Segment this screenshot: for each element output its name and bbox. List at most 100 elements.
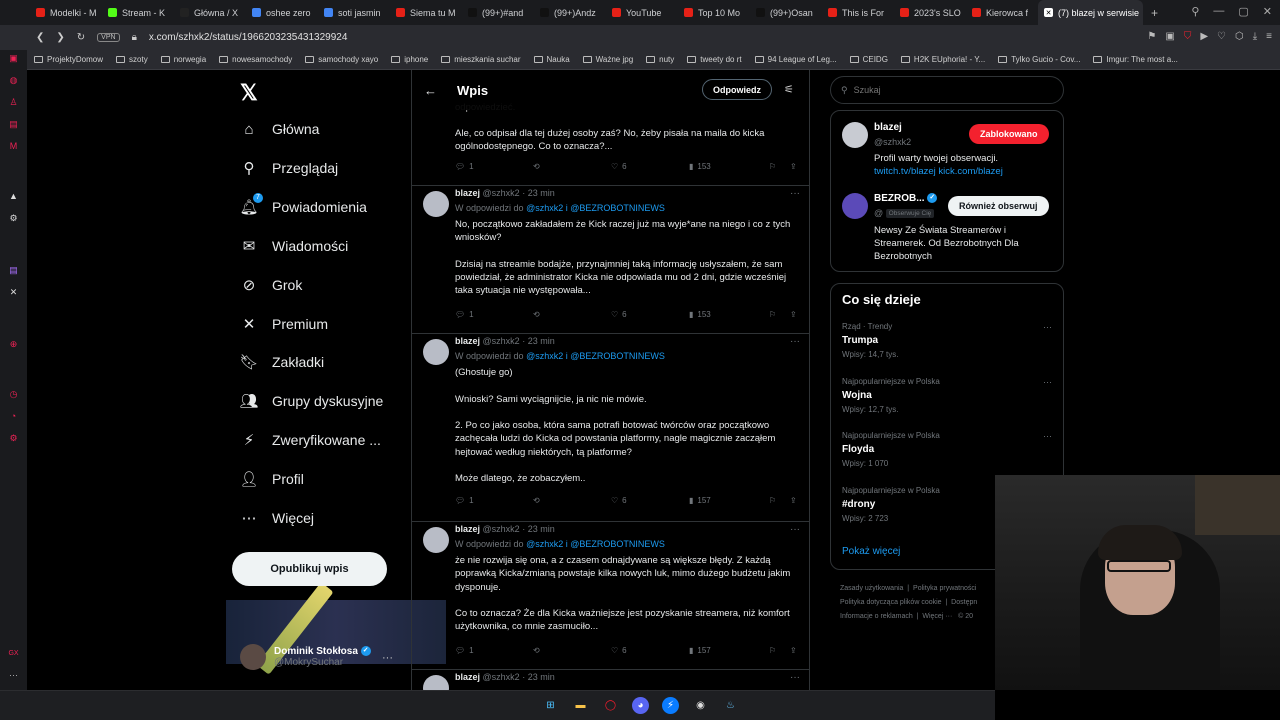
mention-link[interactable]: @szhxk2 i @BEZROBOTNINEWS xyxy=(526,203,665,213)
bookmark-page-icon[interactable]: ⚑ xyxy=(1147,31,1156,42)
bookmark-item[interactable]: iphone xyxy=(391,55,428,64)
author-name[interactable]: blazej xyxy=(455,672,480,682)
retweet-action[interactable]: ⟲ xyxy=(533,162,540,171)
bookmark-item[interactable]: nowesamochody xyxy=(219,55,292,64)
bookmark-item[interactable]: norwegia xyxy=(160,55,206,64)
reply-button[interactable]: Odpowiedz xyxy=(702,79,772,100)
messenger-icon[interactable]: ⚡︎ xyxy=(662,697,679,714)
search-box[interactable]: ⚲ xyxy=(830,76,1064,104)
back-arrow-icon[interactable]: ← xyxy=(424,83,437,98)
x-icon[interactable]: ✕ xyxy=(8,287,19,298)
more-icon[interactable]: ··· xyxy=(790,524,800,535)
extensions-icon[interactable]: ⬡ xyxy=(1235,31,1244,42)
avatar[interactable] xyxy=(842,193,868,219)
nav-item-profil[interactable]: 👤︎ Profil xyxy=(239,470,303,488)
url-field[interactable]: x.com/szhxk2/status/1966203235431329924 xyxy=(149,32,347,43)
discord-icon[interactable]: ◕ xyxy=(632,697,649,714)
browser-tab[interactable]: Główna / X xyxy=(174,0,246,25)
bookmark-action[interactable]: ⚐ xyxy=(769,310,776,319)
browser-tab[interactable]: (99+)Osan xyxy=(750,0,822,25)
account-switcher[interactable]: Dominik Stokłosa ✓ @MokrySuchar ··· xyxy=(240,644,393,670)
like-action[interactable]: ♡ 6 xyxy=(611,496,627,505)
shield-icon[interactable]: ⛉ xyxy=(1184,31,1192,42)
browser-tab[interactable]: YouTube xyxy=(606,0,678,25)
bookmark-item[interactable]: ProjektyDomow xyxy=(34,55,103,64)
bookmark-item[interactable]: nuty xyxy=(646,55,674,64)
retweet-action[interactable]: ⟲ xyxy=(533,310,540,319)
bookmark-item[interactable]: 94 League of Leg... xyxy=(754,55,837,64)
browser-tab[interactable]: Top 10 Mo xyxy=(678,0,750,25)
trend-item[interactable]: Rząd · Trendy Trumpa Wpisy: 14,7 tys. ··· xyxy=(842,322,1052,359)
avatar[interactable] xyxy=(842,122,868,148)
nav-item-premium[interactable]: ✕ Premium xyxy=(240,315,328,333)
sidebar-app-icon[interactable]: ◍ xyxy=(8,75,19,86)
blocked-button[interactable]: Zablokowano xyxy=(969,124,1049,144)
avatar[interactable] xyxy=(423,675,449,690)
reply-action[interactable]: 💬︎ 1 xyxy=(455,496,474,505)
trend-item[interactable]: Najpopularniejsze w Polska Wojna Wpisy: 12… xyxy=(842,377,1052,414)
sidebar-app-icon[interactable]: ◷ xyxy=(8,389,19,400)
nav-item-główna[interactable]: ⌂ Główna xyxy=(240,120,319,138)
share-action[interactable]: ⇪ xyxy=(790,310,797,319)
post-button[interactable]: Opublikuj wpis xyxy=(232,552,387,586)
bookmark-item[interactable]: Tylko Gucio - Cov... xyxy=(998,55,1080,64)
nav-item-zakładki[interactable]: 🔖︎ Zakładki xyxy=(239,353,324,371)
tweet[interactable]: blazej @szhxk2 · 23 min ··· W odpowiedzi d… xyxy=(412,186,809,334)
share-action[interactable]: ⇪ xyxy=(790,496,797,505)
bookmark-action[interactable]: ⚐ xyxy=(769,162,776,171)
more-icon[interactable]: ··· xyxy=(382,652,393,664)
sidebar-app-icon[interactable]: ⚙ xyxy=(8,213,19,224)
maximize-button[interactable]: ▢ xyxy=(1238,5,1248,18)
play-icon[interactable]: ▶ xyxy=(1200,31,1208,42)
like-action[interactable]: ♡ 6 xyxy=(611,162,627,171)
twitch-icon[interactable]: ▤ xyxy=(8,265,19,276)
retweet-action[interactable]: ⟲ xyxy=(533,646,540,655)
nav-item-powiadomienia[interactable]: 🔔︎ 7 Powiadomienia xyxy=(239,192,367,216)
browser-tab[interactable]: This is For xyxy=(822,0,894,25)
bookmark-action[interactable]: ⚐ xyxy=(769,496,776,505)
footer-more[interactable]: Więcej ··· xyxy=(922,613,952,620)
sidebar-app-icon[interactable]: ♙ xyxy=(8,97,19,108)
browser-tab[interactable]: oshee zero xyxy=(246,0,318,25)
nav-item-więcej[interactable]: ⋯ Więcej xyxy=(240,509,315,527)
tab-active[interactable]: ✕ (7) blazej w serwisie ✕ xyxy=(1038,0,1143,25)
forward-icon[interactable]: ❯ xyxy=(56,32,64,43)
browser-tab[interactable]: (99+)Andz xyxy=(534,0,606,25)
like-action[interactable]: ♡ 6 xyxy=(611,310,627,319)
sidebar-app-icon[interactable]: ▲ xyxy=(8,191,19,202)
settings-icon[interactable]: ⚙ xyxy=(8,433,19,444)
menu-icon[interactable]: ≡ xyxy=(1266,31,1272,42)
views-action[interactable]: ▮ 153 xyxy=(689,310,711,319)
bookmark-item[interactable]: samochody xayo xyxy=(305,55,378,64)
mention-link[interactable]: @szhxk2 i @BEZROBOTNINEWS xyxy=(526,351,665,361)
nav-item-wiadomości[interactable]: ✉ Wiadomości xyxy=(240,237,349,255)
author-name[interactable]: blazej xyxy=(455,188,480,198)
browser-tab[interactable]: (99+)#and xyxy=(462,0,534,25)
bookmark-action[interactable]: ⚐ xyxy=(769,646,776,655)
tweet[interactable]: blazej @szhxk2 · 23 min ··· xyxy=(412,670,809,690)
filter-icon[interactable]: ⚟ xyxy=(784,83,794,96)
more-icon[interactable]: ··· xyxy=(1043,377,1052,387)
sidebar-app-icon[interactable]: ▣ xyxy=(8,53,19,64)
sidebar-more-icon[interactable]: ⋯ xyxy=(8,670,19,681)
nav-item-przeglądaj[interactable]: ⚲ Przeglądaj xyxy=(240,159,339,177)
views-action[interactable]: ▮ 157 xyxy=(689,646,711,655)
windows-start-icon[interactable]: ⊞ xyxy=(542,697,559,714)
footer-link[interactable]: Informacje o reklamach xyxy=(840,613,913,620)
opera-gx-icon[interactable]: ◯ xyxy=(602,697,619,714)
new-tab-button[interactable]: + xyxy=(1143,6,1166,20)
steam-icon[interactable]: ♨ xyxy=(722,697,739,714)
browser-tab[interactable]: 2023's SLO xyxy=(894,0,966,25)
footer-link[interactable]: Polityka prywatności xyxy=(913,585,976,592)
reply-action[interactable]: 💬︎ 1 xyxy=(455,310,474,319)
bookmark-item[interactable]: mieszkania suchar xyxy=(441,55,521,64)
heart-icon[interactable]: ♡ xyxy=(1217,31,1226,42)
bookmark-item[interactable]: H2K EUphoria! - Y... xyxy=(900,55,985,64)
browser-tab[interactable]: soti jasmin xyxy=(318,0,390,25)
tweet[interactable]: blazej @szhxk2 · 23 min ··· W odpowiedzi d… xyxy=(412,334,809,522)
close-window-button[interactable]: ✕ xyxy=(1263,5,1272,18)
file-explorer-icon[interactable]: ▬ xyxy=(572,697,589,714)
footer-link[interactable]: Zasady użytkowania xyxy=(840,585,903,592)
minimize-button[interactable]: — xyxy=(1213,5,1224,18)
like-action[interactable]: ♡ 6 xyxy=(611,646,627,655)
